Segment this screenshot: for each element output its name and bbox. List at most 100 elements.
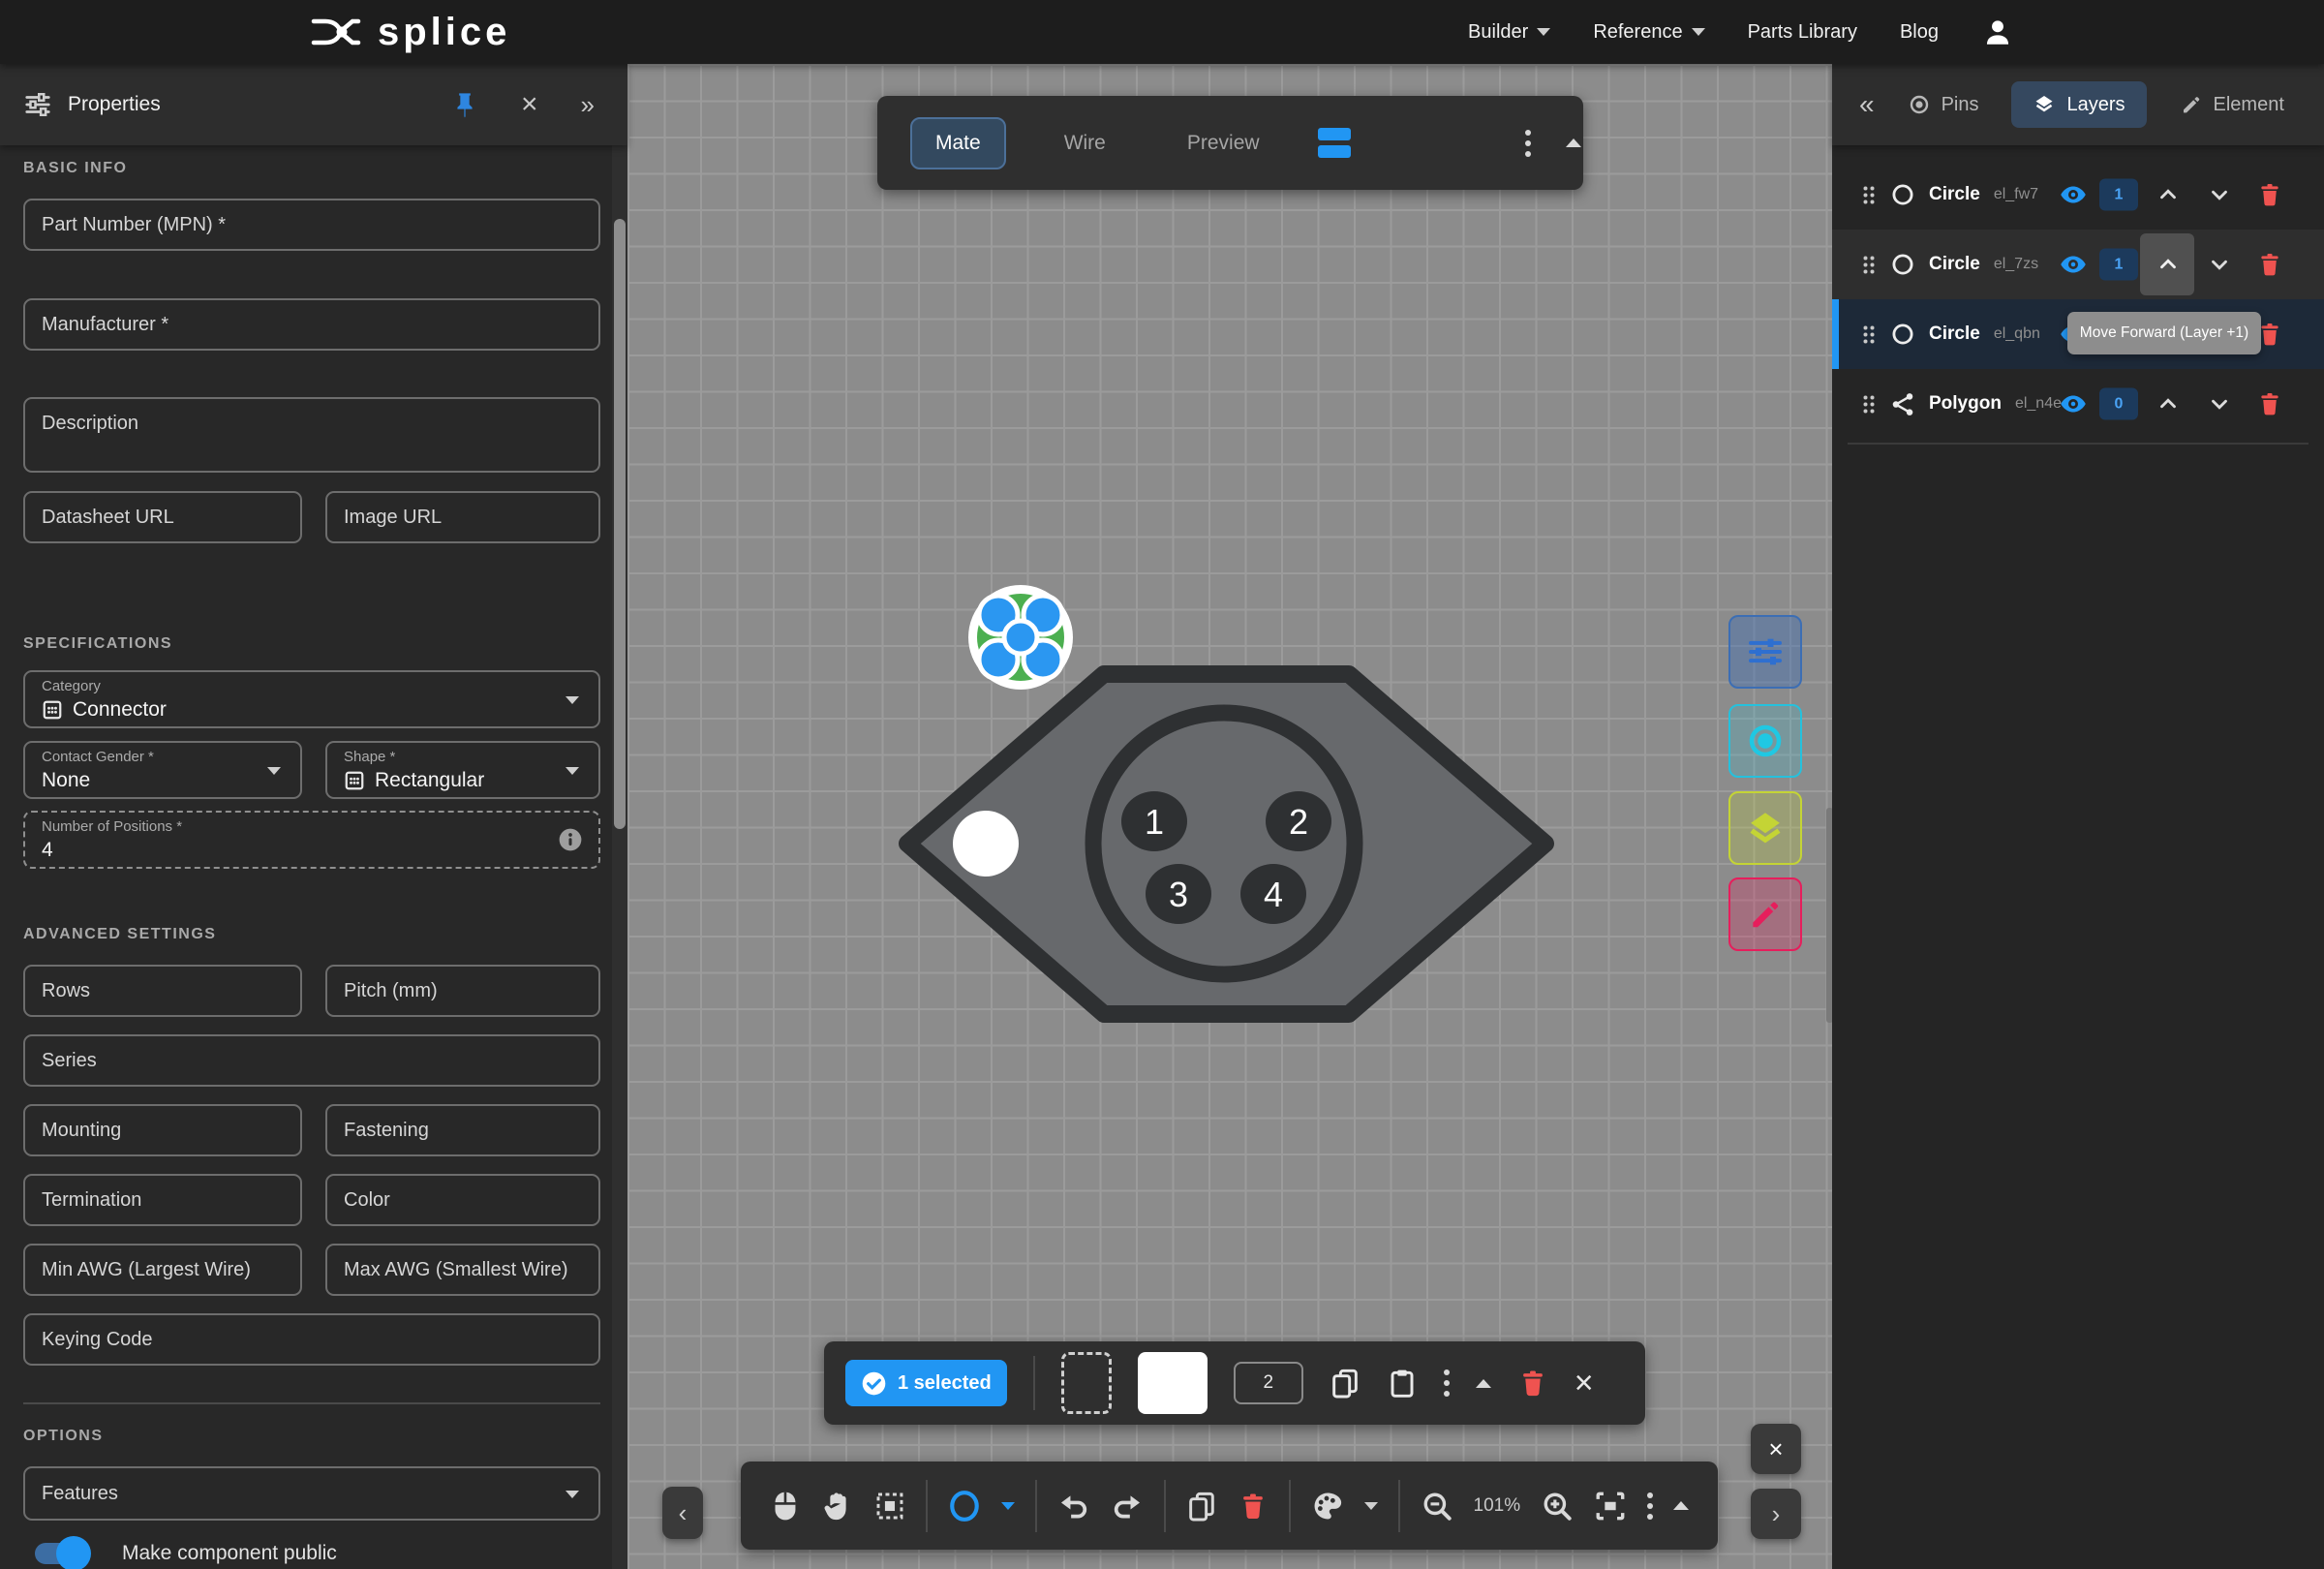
visibility-icon[interactable] [2058, 389, 2089, 418]
make-public-toggle[interactable] [35, 1543, 89, 1564]
delete-icon[interactable] [1517, 1368, 1548, 1399]
panel-nudge-left-button[interactable]: ‹ [662, 1487, 703, 1539]
edit-tool-button[interactable] [1728, 877, 1802, 951]
properties-tool-button[interactable] [1728, 615, 1802, 689]
move-backward-button[interactable] [2200, 252, 2239, 277]
close-panel-icon[interactable]: × [521, 90, 538, 119]
collapse-toolbar-icon[interactable] [1566, 138, 1581, 147]
move-backward-button[interactable] [2200, 182, 2239, 207]
part-number-field[interactable]: Part Number (MPN) * [23, 199, 600, 251]
move-backward-button[interactable] [2200, 391, 2239, 416]
delete-layer-button[interactable] [2252, 390, 2287, 417]
mounting-hole[interactable] [953, 811, 1019, 877]
drag-handle-icon[interactable] [1861, 323, 1877, 346]
zoom-level[interactable]: 101% [1474, 1495, 1521, 1517]
move-forward-button[interactable] [2149, 391, 2187, 416]
nav-builder[interactable]: Builder [1468, 21, 1550, 44]
image-url-field[interactable]: Image URL [325, 491, 600, 543]
drag-handle-icon[interactable] [1861, 184, 1877, 206]
tab-pins[interactable]: Pins [1898, 81, 1989, 128]
min-awg-field[interactable]: Min AWG (Largest Wire) [23, 1244, 302, 1296]
paste-icon[interactable] [1387, 1368, 1418, 1399]
move-forward-button[interactable] [2149, 182, 2187, 207]
contact-gender-select[interactable]: Contact Gender * None [23, 741, 302, 799]
copy-icon[interactable] [1186, 1491, 1217, 1522]
toolbar-divider [1289, 1480, 1291, 1532]
ellipse-tool-icon[interactable] [948, 1489, 981, 1523]
layer-row[interactable]: Circle el_fw7 1 [1832, 160, 2324, 230]
mounting-field[interactable]: Mounting [23, 1104, 302, 1156]
pin-panel-icon[interactable] [451, 91, 478, 118]
undo-icon[interactable] [1057, 1490, 1090, 1523]
pan-hand-icon[interactable] [821, 1490, 854, 1523]
wire-bundle-element[interactable] [968, 585, 1073, 690]
visibility-icon[interactable] [2058, 180, 2089, 209]
nav-reference[interactable]: Reference [1593, 21, 1704, 44]
wire-mode-button[interactable]: Wire [1041, 119, 1129, 168]
drag-handle-icon[interactable] [1861, 393, 1877, 415]
shape-select[interactable]: Shape * Rectangular [325, 741, 600, 799]
editor-canvas[interactable]: 1 2 3 4 [627, 64, 1832, 1569]
views-icon[interactable] [1318, 128, 1351, 158]
layer-row[interactable]: Circle el_7zs 1 [1832, 230, 2324, 299]
nav-blog[interactable]: Blog [1900, 21, 1939, 44]
palette-icon[interactable] [1311, 1490, 1344, 1523]
category-select[interactable]: Category Connector [23, 670, 600, 728]
drag-handle-icon[interactable] [1861, 254, 1877, 276]
zoom-in-icon[interactable] [1541, 1490, 1574, 1523]
pins-tool-button[interactable] [1728, 704, 1802, 778]
copy-icon[interactable] [1330, 1368, 1361, 1399]
fastening-field[interactable]: Fastening [325, 1104, 600, 1156]
nav-parts-library[interactable]: Parts Library [1748, 21, 1857, 44]
close-canvas-button[interactable]: × [1751, 1424, 1801, 1474]
selection-count-pill[interactable]: 1 selected [845, 1360, 1007, 1406]
max-awg-field[interactable]: Max AWG (Smallest Wire) [325, 1244, 600, 1296]
zoom-out-icon[interactable] [1421, 1490, 1453, 1523]
tab-element[interactable]: Element [2170, 81, 2294, 128]
layers-tool-button[interactable] [1728, 791, 1802, 865]
collapse-panel-icon[interactable]: « [1859, 91, 1875, 118]
rows-field[interactable]: Rows [23, 965, 302, 1017]
features-select[interactable]: Features [23, 1466, 600, 1521]
stroke-width-input[interactable] [1234, 1362, 1303, 1404]
visibility-icon[interactable] [2058, 250, 2089, 279]
user-avatar-icon[interactable] [1981, 15, 2014, 48]
redo-icon[interactable] [1111, 1490, 1144, 1523]
more-options-icon[interactable] [1647, 1492, 1653, 1520]
tab-layers[interactable]: Layers [2011, 81, 2146, 128]
description-field[interactable]: Description [23, 397, 600, 473]
panel-nudge-right-button[interactable]: › [1751, 1489, 1801, 1539]
collapse-toolbar-icon[interactable] [1673, 1501, 1689, 1510]
preview-mode-button[interactable]: Preview [1164, 119, 1283, 168]
palette-dropdown-icon[interactable] [1364, 1502, 1378, 1510]
keying-code-field[interactable]: Keying Code [23, 1313, 600, 1366]
delete-layer-button[interactable] [2252, 251, 2287, 278]
properties-scrollbar[interactable] [612, 145, 627, 1569]
info-icon[interactable] [558, 827, 583, 852]
splice-logo[interactable]: splice [308, 0, 510, 64]
mate-mode-button[interactable]: Mate [910, 117, 1006, 169]
collapse-bar-icon[interactable] [1476, 1379, 1491, 1388]
delete-icon[interactable] [1238, 1491, 1269, 1522]
more-options-icon[interactable] [1444, 1369, 1450, 1397]
delete-layer-button[interactable] [2252, 181, 2287, 208]
datasheet-url-field[interactable]: Datasheet URL [23, 491, 302, 543]
more-options-icon[interactable] [1525, 130, 1531, 157]
mouse-tool-icon[interactable] [770, 1490, 801, 1523]
color-field[interactable]: Color [325, 1174, 600, 1226]
layer-row[interactable]: Polygon el_n4e 0 [1832, 369, 2324, 439]
pitch-field[interactable]: Pitch (mm) [325, 965, 600, 1017]
fill-color-swatch[interactable] [1138, 1352, 1208, 1414]
close-selection-icon[interactable]: × [1575, 1367, 1594, 1400]
manufacturer-field[interactable]: Manufacturer * [23, 298, 600, 351]
termination-field[interactable]: Termination [23, 1174, 302, 1226]
stroke-color-swatch[interactable] [1061, 1352, 1112, 1414]
marquee-select-icon[interactable] [874, 1491, 905, 1522]
connector-body[interactable]: 1 2 3 4 [907, 674, 1545, 1014]
series-field[interactable]: Series [23, 1034, 600, 1087]
collapse-panel-icon[interactable]: » [581, 92, 595, 117]
number-of-positions-field[interactable]: Number of Positions * 4 [23, 811, 600, 869]
move-forward-button[interactable] [2149, 252, 2187, 277]
fit-to-screen-icon[interactable] [1594, 1490, 1627, 1523]
shape-tool-dropdown-icon[interactable] [1001, 1502, 1015, 1510]
